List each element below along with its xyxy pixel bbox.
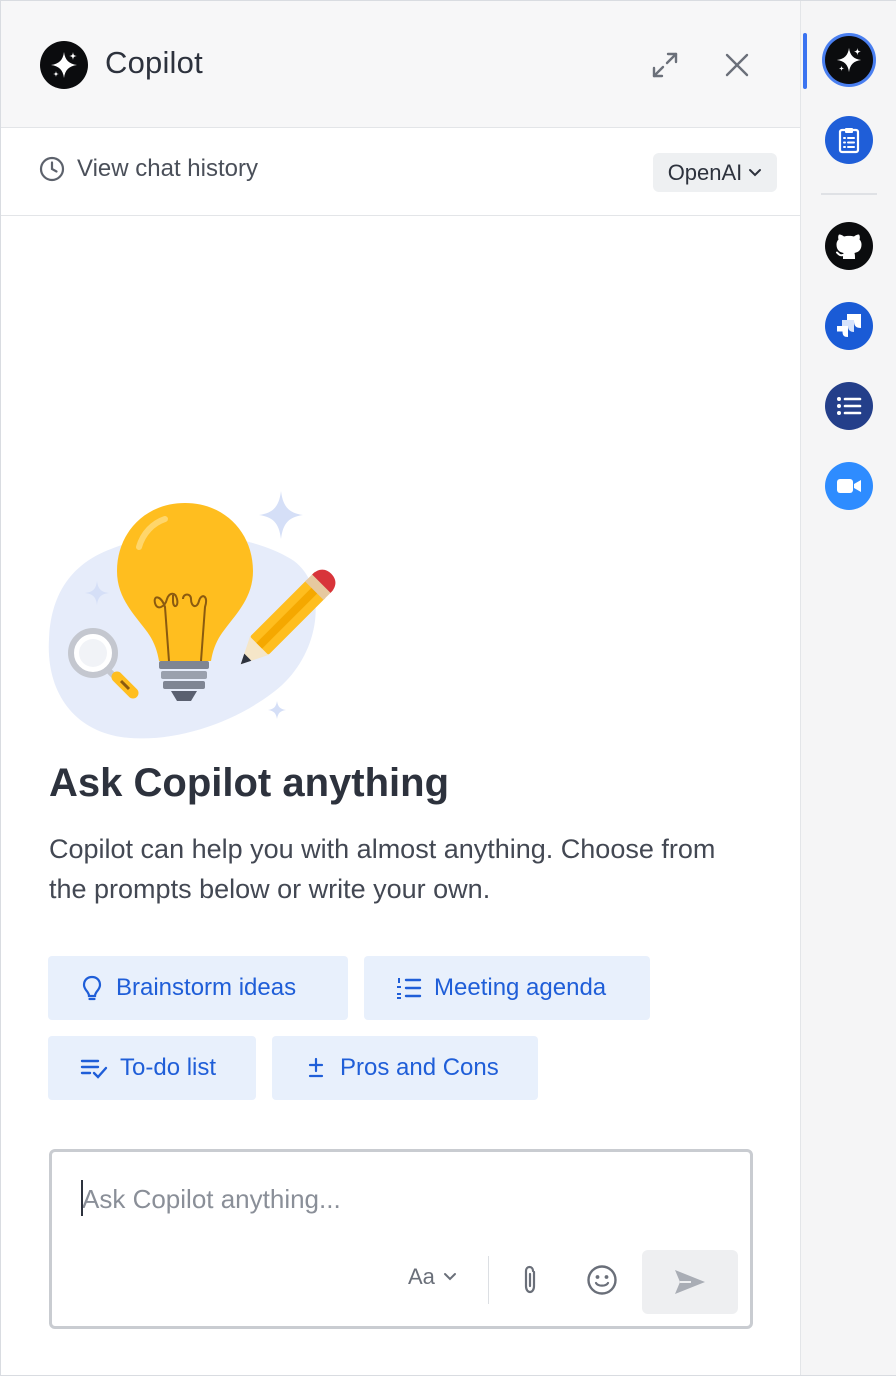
message-composer: Aa [49,1149,753,1329]
panel-header: Copilot [1,1,800,128]
send-icon [675,1270,705,1294]
empty-state-heading: Ask Copilot anything [49,761,449,805]
view-chat-history-link[interactable]: View chat history [39,155,258,183]
prompt-meeting-agenda[interactable]: Meeting agenda [364,956,650,1020]
rail-divider [821,193,877,195]
format-label: Aa [408,1264,435,1289]
expand-button[interactable] [645,45,685,85]
expand-arrows-icon [652,52,678,78]
github-icon [836,234,862,259]
video-camera-icon [837,479,861,493]
checklist-icon [80,1059,108,1079]
toolbar-divider [488,1256,489,1304]
rail-item-clipboard[interactable] [825,116,873,164]
lightbulb-pencil-magnifier-illustration [48,491,336,739]
prompt-label: Meeting agenda [434,974,607,1001]
prompt-to-do-list[interactable]: To-do list [48,1036,256,1100]
chat-toolbar: View chat history OpenAI [1,128,800,216]
paperclip-icon [524,1265,536,1294]
text-format-button[interactable]: Aa [408,1264,457,1290]
sparkle-icon [40,41,88,89]
copilot-panel: Copilot View chat history OpenAI Ask Cop… [1,1,800,1375]
close-button[interactable] [717,45,757,85]
jira-icon [837,314,861,337]
text-caret [81,1180,83,1216]
chevron-down-icon [749,168,762,176]
prompt-pros-and-cons[interactable]: Pros and Cons [272,1036,538,1100]
send-button[interactable] [642,1250,738,1314]
prompt-brainstorm-ideas[interactable]: Brainstorm ideas [48,956,348,1020]
message-input[interactable] [80,1178,724,1220]
clipboard-icon [838,128,860,154]
plus-minus-icon [308,1057,324,1078]
rail-item-github[interactable] [825,222,873,270]
empty-state-description: Copilot can help you with almost anythin… [49,834,716,904]
rail-item-zoom[interactable] [825,462,873,510]
sparkle-icon [836,47,862,73]
clock-icon [39,156,65,182]
panel-title: Copilot [105,45,203,80]
list-icon [837,397,862,415]
chevron-down-icon [443,1273,456,1281]
app-rail [800,1,896,1375]
close-icon [725,53,749,77]
lightbulb-icon [82,975,102,1001]
rail-item-jira[interactable] [825,302,873,350]
active-indicator [803,33,807,89]
prompt-label: To-do list [120,1054,217,1081]
attach-button[interactable] [508,1256,552,1304]
rail-item-list[interactable] [825,382,873,430]
rail-item-copilot[interactable] [825,36,873,84]
prompt-label: Brainstorm ideas [116,974,297,1001]
numbered-list-icon [397,978,422,999]
history-label: View chat history [77,155,258,182]
model-label: OpenAI [667,159,743,185]
smiley-icon [587,1265,617,1295]
emoji-button[interactable] [580,1256,624,1304]
prompt-label: Pros and Cons [340,1054,499,1081]
model-selector[interactable]: OpenAI [653,153,777,192]
